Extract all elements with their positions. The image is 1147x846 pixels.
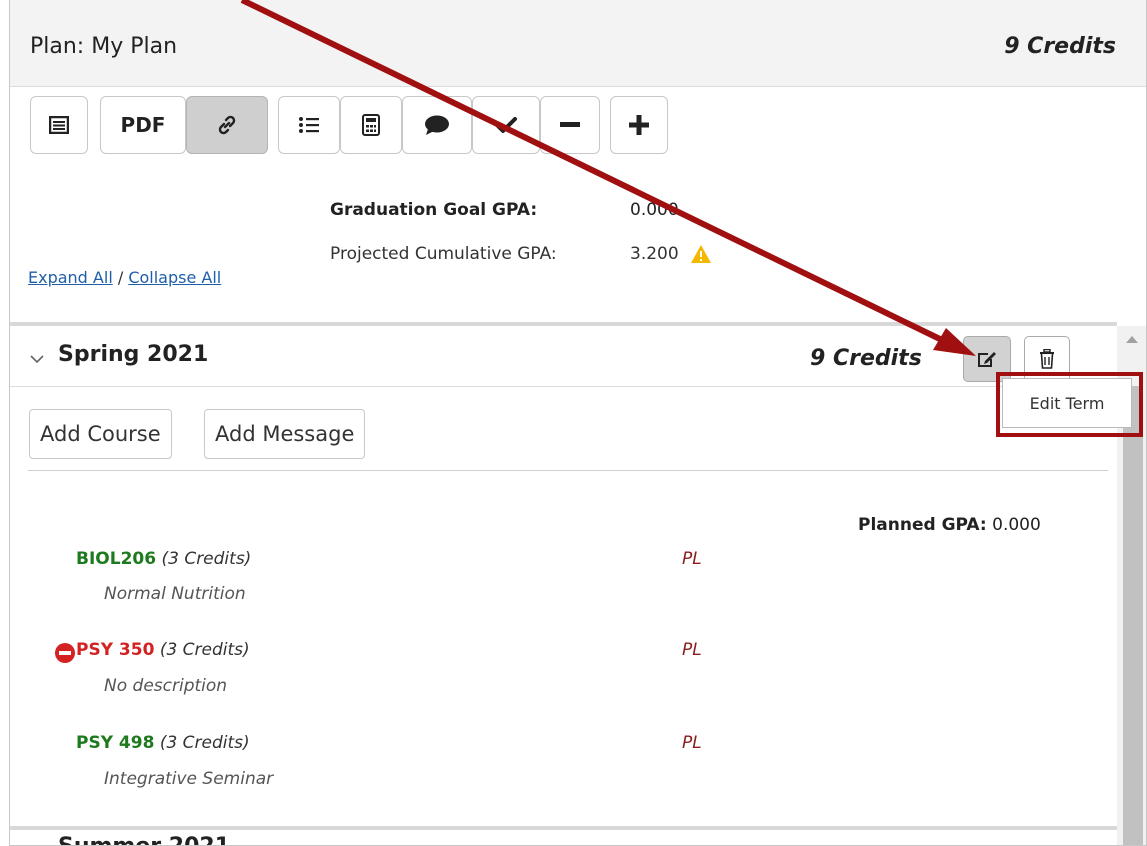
plan-panel: Plan: My Plan 9 Credits PDF Graduation G… bbox=[9, 0, 1147, 846]
section-divider bbox=[10, 826, 1117, 830]
add-message-button[interactable]: Add Message bbox=[204, 409, 366, 459]
course-credits: (3 Credits) bbox=[159, 640, 250, 660]
minus-icon bbox=[560, 122, 580, 127]
actions-divider bbox=[28, 470, 1108, 471]
warning-icon bbox=[691, 245, 711, 263]
term-header: Spring 2021 9 Credits bbox=[10, 326, 1117, 387]
edit-icon bbox=[978, 352, 996, 367]
pdf-label: PDF bbox=[120, 113, 166, 137]
term-credits: 9 Credits bbox=[810, 346, 922, 371]
comment-button[interactable] bbox=[402, 96, 472, 154]
comment-icon bbox=[425, 115, 449, 135]
expand-all-link[interactable]: Expand All bbox=[28, 268, 113, 287]
link-separator: / bbox=[112, 268, 129, 287]
pdf-button[interactable]: PDF bbox=[100, 96, 186, 154]
course-code[interactable]: PSY 498 bbox=[76, 733, 154, 753]
course-item: BIOL206 (3 Credits) bbox=[76, 549, 251, 569]
projected-gpa-value: 3.200 bbox=[630, 244, 679, 264]
link-icon bbox=[218, 115, 236, 135]
plus-button[interactable] bbox=[610, 96, 668, 154]
plan-title: Plan: My Plan bbox=[30, 34, 178, 59]
trash-icon bbox=[1040, 349, 1054, 369]
link-button[interactable] bbox=[186, 96, 268, 154]
minus-button[interactable] bbox=[540, 96, 600, 154]
chevron-down-icon[interactable] bbox=[30, 350, 44, 368]
course-grade: PL bbox=[682, 549, 702, 569]
plan-credits: 9 Credits bbox=[1004, 34, 1116, 59]
plan-header: Plan: My Plan 9 Credits bbox=[10, 0, 1146, 87]
planned-gpa-label: Planned GPA: bbox=[858, 515, 987, 535]
plus-icon bbox=[629, 115, 649, 135]
course-code[interactable]: BIOL206 bbox=[76, 549, 156, 569]
check-button[interactable] bbox=[472, 96, 540, 154]
calculator-button[interactable] bbox=[340, 96, 402, 154]
error-icon bbox=[55, 643, 75, 663]
graduation-goal-gpa-label: Graduation Goal GPA: bbox=[330, 200, 538, 220]
scroll-up-icon[interactable] bbox=[1126, 336, 1138, 343]
collapse-all-link[interactable]: Collapse All bbox=[128, 268, 221, 287]
bullet-list-icon bbox=[299, 117, 319, 133]
annotation-highlight-box bbox=[996, 372, 1143, 437]
check-icon bbox=[495, 117, 517, 133]
course-item: PSY 498 (3 Credits) bbox=[76, 733, 250, 753]
calculator-icon bbox=[362, 114, 380, 136]
course-description: Integrative Seminar bbox=[104, 769, 274, 789]
graduation-goal-gpa-value: 0.000 bbox=[630, 200, 679, 220]
course-code[interactable]: PSY 350 bbox=[76, 640, 154, 660]
projected-gpa-label: Projected Cumulative GPA: bbox=[330, 244, 557, 264]
list-view-icon bbox=[49, 116, 69, 134]
planned-gpa: Planned GPA: 0.000 bbox=[858, 515, 1041, 535]
course-description: Normal Nutrition bbox=[104, 584, 246, 604]
next-term-title[interactable]: Summer 2021 bbox=[58, 834, 230, 845]
bullet-list-button[interactable] bbox=[278, 96, 340, 154]
add-course-button[interactable]: Add Course bbox=[29, 409, 172, 459]
planned-gpa-value: 0.000 bbox=[992, 515, 1041, 535]
list-view-button[interactable] bbox=[30, 96, 88, 154]
expand-collapse-links: Expand All / Collapse All bbox=[28, 268, 221, 287]
scroll-thumb[interactable] bbox=[1123, 386, 1143, 845]
course-grade: PL bbox=[682, 733, 702, 753]
course-credits: (3 Credits) bbox=[161, 549, 252, 569]
course-credits: (3 Credits) bbox=[159, 733, 250, 753]
course-grade: PL bbox=[682, 640, 702, 660]
term-title[interactable]: Spring 2021 bbox=[58, 342, 208, 367]
course-item: PSY 350 (3 Credits) bbox=[76, 640, 250, 660]
course-description: No description bbox=[104, 676, 228, 696]
